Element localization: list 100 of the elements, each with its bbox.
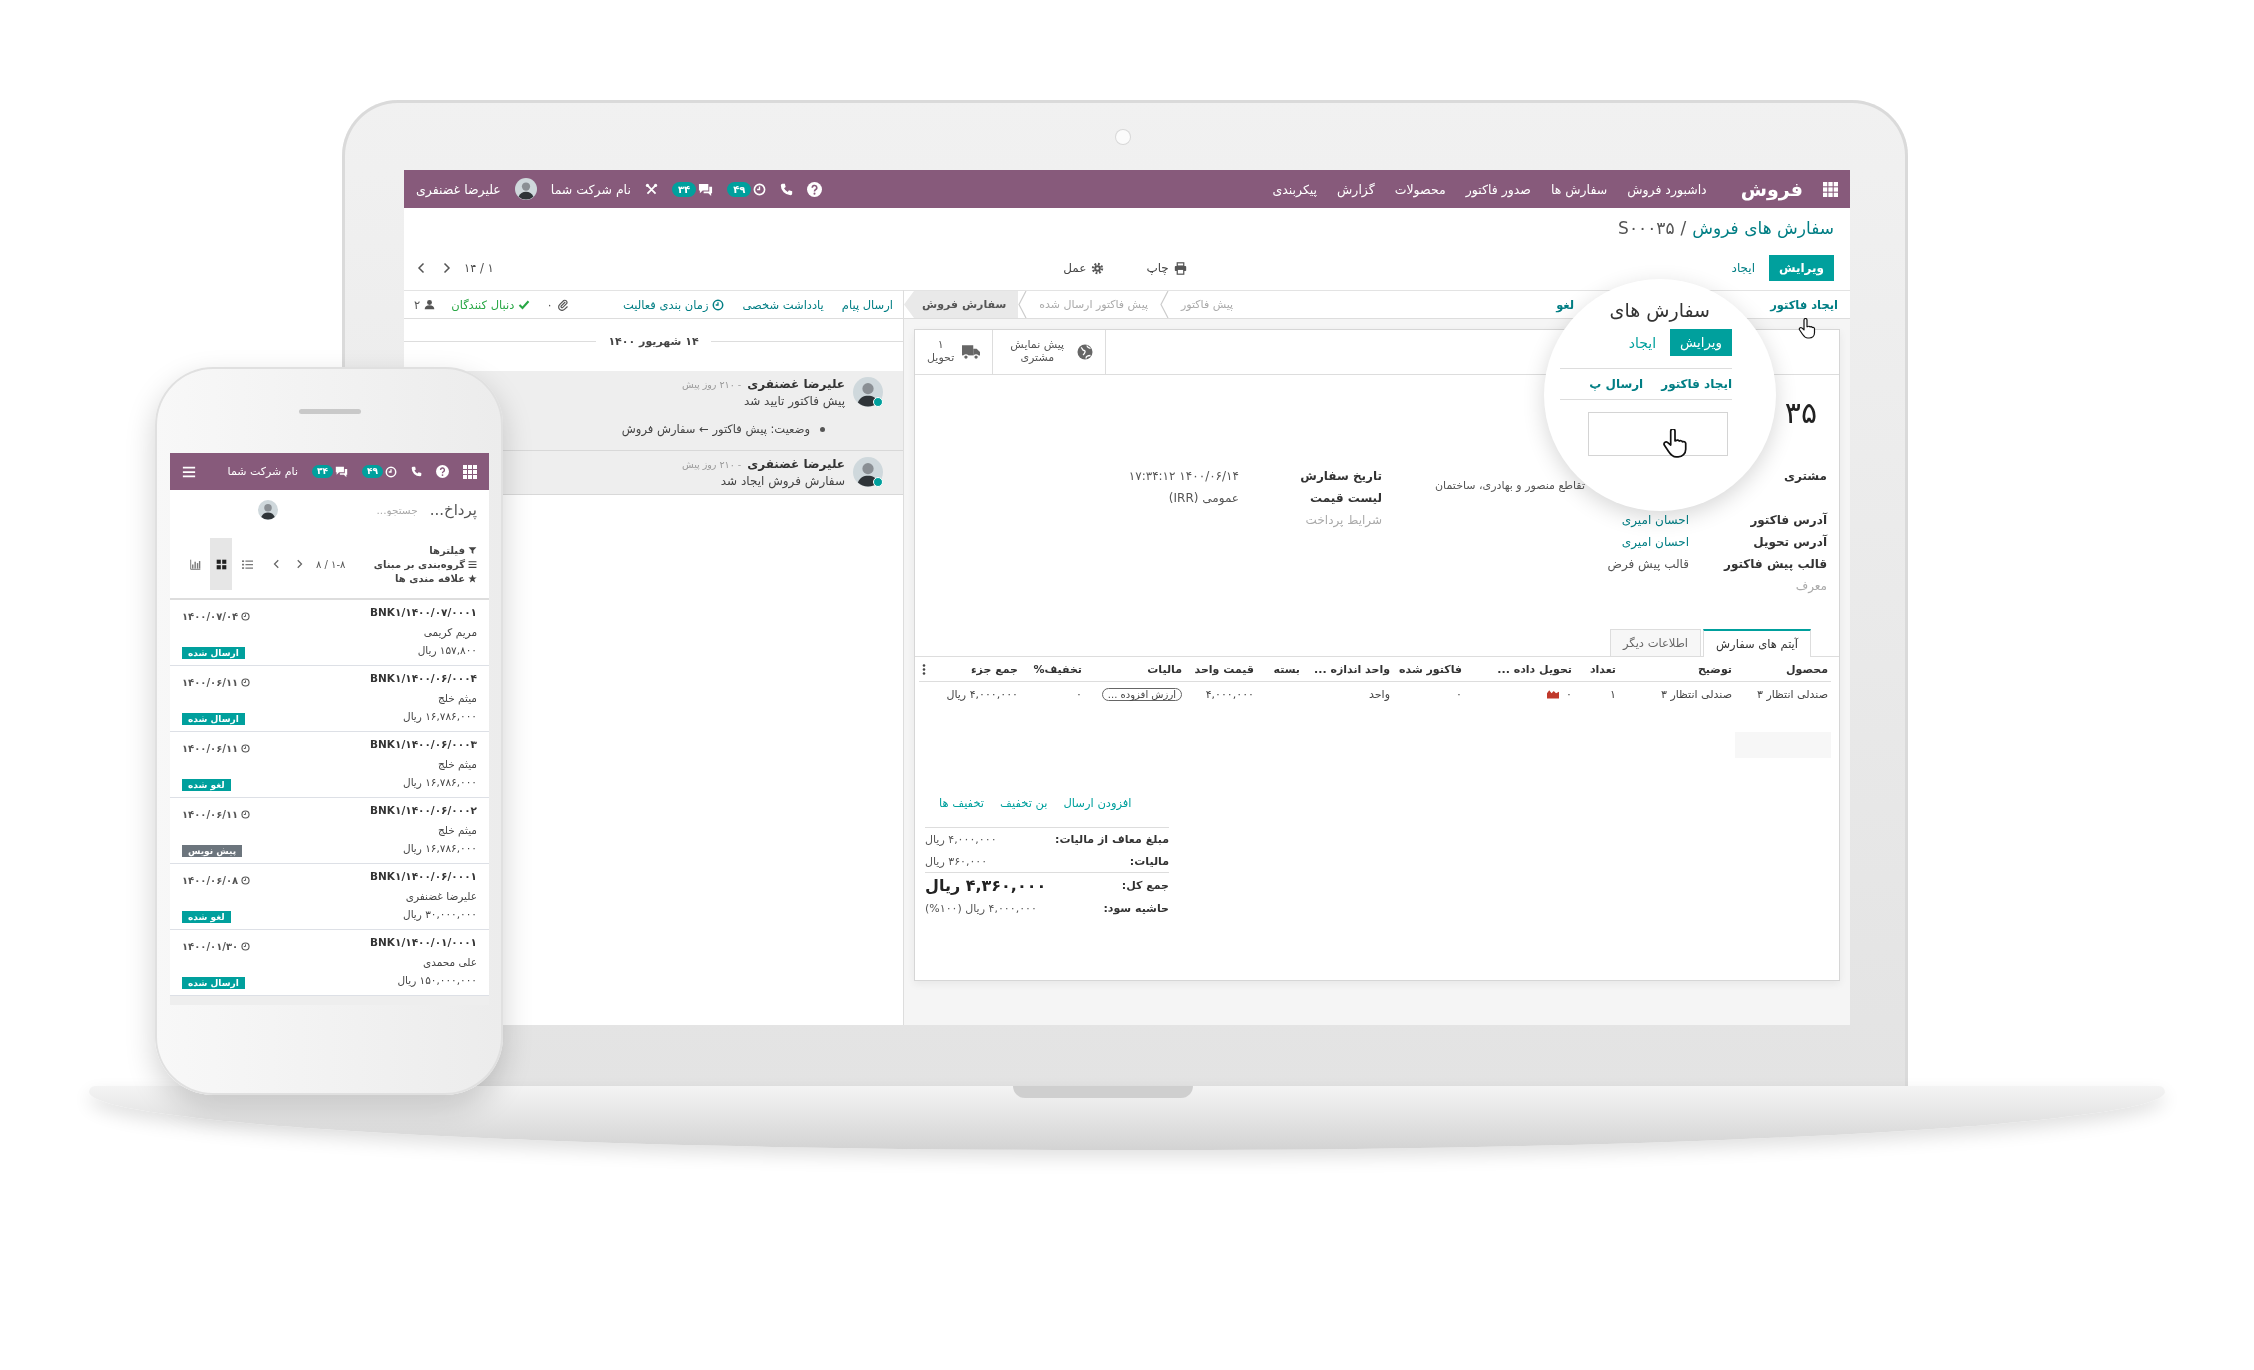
clock-icon [241, 941, 251, 951]
menu-item[interactable]: صدور فاکتور [1465, 181, 1531, 197]
action-button[interactable]: ارسال پ [1589, 377, 1644, 391]
chatter-button[interactable]: یادداشت شخصی [742, 297, 824, 312]
partner-name: علیرضا غضنفری [404, 890, 477, 905]
record-reference: BNK۱/۱۴۰۰/۰۱/۰۰۰۱ [369, 936, 477, 950]
menu-item[interactable]: پیکربندی [1272, 181, 1318, 197]
help-icon[interactable] [436, 465, 449, 478]
tab[interactable]: اطلاعات دیگر [1609, 629, 1702, 656]
message-time: - ۲۱۰ روز پیش [682, 459, 742, 470]
menu-icon[interactable] [182, 464, 196, 479]
phone-icon[interactable] [780, 182, 794, 196]
search-panel-button[interactable]: فیلترها [373, 544, 477, 556]
menu-item[interactable]: سفارش ها [1550, 181, 1608, 197]
table-cell: صندلی انتظار ۳ [1757, 687, 1828, 701]
table-cell: ۰ [1456, 687, 1462, 701]
print-button[interactable]: چاپ [1138, 256, 1195, 280]
settings-icon [1091, 261, 1105, 275]
field-label: قالب پیش فاکتور [1724, 557, 1827, 571]
field-value: تقاطع منصور و بهادری، ساختمان [1434, 478, 1586, 494]
link[interactable]: تخفیف ها [939, 796, 985, 810]
breadcrumb-link[interactable]: سفارش های فروش [1692, 218, 1834, 238]
field-label: مشتری [1784, 468, 1827, 485]
hand-cursor-icon [1662, 429, 1688, 459]
search-field[interactable]: جستجو... [305, 503, 420, 517]
table-cell: واحد [1369, 687, 1390, 701]
record-date: ۱۴۰۰/۰۶/۱۱ [182, 742, 239, 754]
chevron-left-icon[interactable] [272, 559, 282, 569]
company-name[interactable]: نام شرکت شما [550, 181, 631, 197]
record-date: ۱۴۰۰/۰۶/۱۱ [182, 808, 239, 820]
user-icon [424, 299, 436, 310]
view-switch-button[interactable] [210, 538, 232, 590]
link[interactable]: افزودن ارسال [1063, 796, 1132, 810]
total-label: جمع کل: [1121, 878, 1169, 892]
preview-button[interactable]: پیش نمایش مشتری [993, 330, 1107, 374]
delivery-button[interactable]: ۱ تحویل [915, 330, 994, 374]
menu-item[interactable]: محصولات [1394, 181, 1446, 197]
record-reference: BNK۱/۱۴۰۰/۰۶/۰۰۰۴ [369, 672, 477, 686]
clock-icon[interactable] [753, 182, 767, 196]
link[interactable]: بن تخفیف [1000, 796, 1048, 810]
table-cell: صندلی انتظار ۳ [1661, 687, 1732, 701]
avatar-icon [853, 377, 883, 407]
status-stage[interactable]: سفارش فروش [904, 291, 1019, 318]
chatter-button[interactable]: ارسال پیام [841, 297, 893, 312]
field-link[interactable]: احسان امیری [1621, 513, 1689, 527]
column-header: تخفیف% [1021, 657, 1085, 682]
paperclip-icon [556, 298, 569, 311]
chatter-button[interactable]: زمان بندی فعالیت [622, 297, 725, 312]
tab[interactable]: آیتم های سفارش [1703, 629, 1811, 657]
chat-icon[interactable] [335, 465, 348, 478]
record-reference: BNK۱/۱۴۰۰/۰۶/۰۰۰۳ [369, 738, 477, 752]
column-options-icon[interactable] [922, 662, 926, 676]
print-icon [1173, 261, 1187, 275]
avatar-icon[interactable] [514, 178, 537, 200]
app-title: فروش [1740, 178, 1803, 200]
chat-icon[interactable] [698, 181, 714, 197]
create-button[interactable]: ایجاد [1723, 255, 1763, 281]
date-separator: ۱۴ شهریور ۱۴۰۰ [608, 334, 699, 348]
chevron-divider-icon [1018, 291, 1028, 318]
record-reference: BNK۱/۱۴۰۰/۰۷/۰۰۰۱ [369, 606, 477, 620]
page-title: سفارش های [1609, 299, 1710, 321]
message-count: ۳۴ [671, 181, 697, 197]
action-button[interactable]: لغو [1556, 297, 1575, 312]
edit-button[interactable]: ویرایش [1670, 329, 1732, 356]
action-button[interactable]: ایجاد فاکتور [1770, 297, 1838, 312]
apps-icon[interactable] [1823, 181, 1838, 197]
tools-icon[interactable] [644, 182, 658, 196]
forecast-chart-icon[interactable] [1546, 688, 1561, 700]
search-panel-button[interactable]: گروه‌بندی بر مبنای [373, 558, 477, 570]
user-name[interactable]: علیرضا غضنفری [416, 181, 501, 197]
message-author: علیرضا غضنفری [747, 377, 845, 391]
apps-icon[interactable] [463, 464, 477, 479]
camera-dot [1116, 130, 1130, 144]
online-status-dot [873, 477, 883, 487]
avatar-icon [853, 457, 883, 487]
record-date: ۱۴۰۰/۰۱/۳۰ [182, 940, 239, 952]
attachment-button[interactable]: ۰ [546, 297, 569, 312]
breadcrumb-current: S۰۰۰۳۵ [1618, 218, 1675, 238]
truck-icon [962, 344, 981, 360]
record-amount: ۳۰,۰۰۰,۰۰۰ ریال [402, 908, 477, 923]
help-icon[interactable] [807, 181, 823, 197]
followers-button[interactable]: ۲ [414, 297, 436, 312]
online-status-dot [873, 397, 883, 407]
follow-button[interactable]: دنبال کنندگان [451, 297, 531, 312]
field-link[interactable]: احسان امیری [1621, 535, 1689, 549]
status-tag: لغو شده [182, 779, 231, 791]
phone-icon[interactable] [411, 466, 422, 477]
table-cell: ۰ [1566, 687, 1572, 701]
chevron-right-icon[interactable] [294, 559, 304, 569]
search-panel-button[interactable]: علاقه مندی ها [373, 572, 477, 584]
company-name[interactable]: نام شرکت شما [227, 465, 298, 478]
menu-item[interactable]: داشبورد فروش [1627, 181, 1707, 197]
record-date: ۱۴۰۰/۰۶/۰۸ [182, 874, 239, 886]
total-value: ۴,۳۶۰,۰۰۰ ریال [925, 875, 1047, 895]
clock-icon[interactable] [385, 465, 397, 478]
action-button[interactable]: عمل [1055, 256, 1113, 280]
menu-item[interactable]: گزارش [1337, 181, 1375, 197]
edit-button[interactable]: ویرایش [1769, 255, 1834, 281]
action-button[interactable]: ایجاد فاکتور [1661, 377, 1732, 391]
create-button[interactable]: ایجاد [1628, 334, 1657, 351]
